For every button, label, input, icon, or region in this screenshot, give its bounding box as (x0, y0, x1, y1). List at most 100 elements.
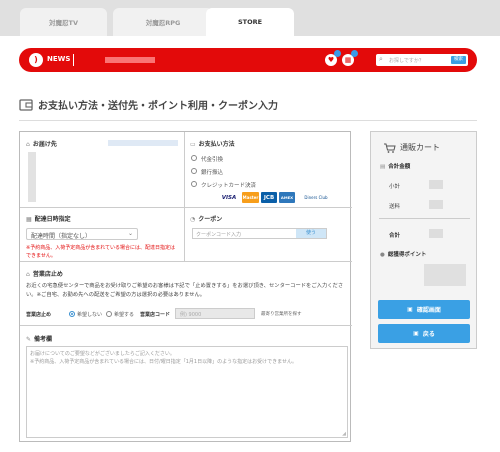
cart-icon: ▣ (413, 330, 419, 337)
remarks-section: ✎ 備考欄 お届けについてのご要望などがございましたらご記入ください。 ※予約商品… (20, 326, 352, 443)
receipt-icon: ▤ (380, 164, 386, 170)
total-label: 合計 (389, 233, 401, 239)
subtotal-value (429, 180, 443, 189)
payment-label: お支払い方法 (198, 141, 235, 148)
notification-badge (334, 50, 341, 57)
option-label: 営業店止め (26, 312, 52, 318)
delivery-section: ⌂ お届け先 (20, 132, 185, 208)
mastercard-logo: Master (242, 192, 259, 203)
delivery-address (108, 140, 178, 146)
chevron-down-icon: ⌄ (127, 230, 133, 237)
confirm-button[interactable]: ▣ 確認画面 (378, 300, 470, 319)
remarks-textarea[interactable]: お届けについてのご要望などがございましたらご記入ください。 ※予約商品、入荷予定… (26, 346, 348, 438)
coupon-label: クーポン (198, 216, 223, 223)
page-title: お支払い方法・送付先・ポイント利用・クーポン入力 (38, 101, 278, 112)
calendar-icon: ▦ (26, 216, 32, 223)
coupon-placeholder: クーポンコード入力 (196, 232, 242, 238)
radio-no-stop[interactable] (69, 311, 75, 317)
delivery-details (28, 152, 36, 202)
tab-label: 対魔忍TV (49, 19, 78, 27)
pin-icon: ⌂ (26, 141, 30, 148)
total-amount-label: 合計金額 (388, 164, 411, 170)
radio-stop[interactable] (106, 311, 112, 317)
store-code-placeholder: 例) 9000 (180, 312, 202, 318)
heart-icon: ♥ (327, 56, 335, 64)
option-credit: クレジットカード決済 (201, 183, 257, 189)
store-stop-section: ⌂ 営業店止め お近くの宅急便センターで商品をお受け取りご希望のお客様は下記で「止… (20, 262, 352, 326)
remarks-placeholder-1: お届けについてのご要望などがございましたらご記入ください。 (30, 351, 175, 357)
search-input[interactable]: お探しですか？ (389, 57, 424, 64)
coupon-section: ◔ クーポン クーポンコード入力 使う (185, 208, 352, 262)
divider (73, 54, 74, 66)
remarks-label: 備考欄 (34, 336, 53, 343)
tab-taimanin-tv[interactable]: 対魔忍TV (20, 8, 107, 36)
confirm-label: 確認画面 (416, 307, 441, 314)
visa-logo: VISA (221, 194, 237, 201)
cart-icon: ▣ (407, 306, 413, 313)
tab-taimanin-rpg[interactable]: 対魔忍RPG (113, 8, 213, 36)
back-button[interactable]: ▣ 戻る (378, 324, 470, 343)
search-icon: ⌕ (379, 55, 383, 63)
amex-logo: AMEX (279, 192, 295, 203)
delivery-time-select[interactable]: 配達時間（指定なし） ⌄ (26, 228, 138, 240)
cart-icon (384, 143, 396, 153)
delivery-label: お届け先 (32, 141, 57, 148)
resize-handle[interactable]: ◢ (342, 431, 346, 437)
store-icon: ⌂ (26, 271, 30, 278)
top-navigation: 対魔忍TV 対魔忍RPG STORE (0, 0, 500, 36)
store-stop-label: 営業店止め (32, 271, 63, 278)
news-ticker[interactable] (105, 57, 155, 63)
rss-icon: ) (29, 53, 43, 67)
cart-panel: 通販カート ▤ 合計金額 小計 送料 合計 ● 総獲得ポイント ▣ 確認画面 ▣ 戻る (370, 131, 477, 349)
star-icon: ● (380, 252, 385, 258)
schedule-note: ※予約商品、入荷予定商品が含まれている場合には、配達日指定はできません。 (26, 245, 176, 259)
news-label[interactable]: NEWS (47, 55, 70, 63)
select-value: 配達時間（指定なし） (31, 233, 92, 240)
tab-label: STORE (237, 18, 263, 26)
clock-icon: ◔ (190, 216, 196, 223)
coupon-apply-button[interactable]: 使う (296, 229, 326, 238)
news-bar: ) NEWS ♥ ▦ ⌕ お探しですか？ 検索 (19, 48, 477, 72)
option-yes: 希望する (114, 312, 135, 318)
total-value (429, 229, 443, 238)
shipping-value (429, 200, 443, 209)
divider (19, 120, 477, 121)
edit-icon: ✎ (26, 336, 32, 343)
page-title-row: お支払い方法・送付先・ポイント利用・クーポン入力 (19, 97, 278, 112)
tab-store[interactable]: STORE (206, 8, 294, 36)
cart-button[interactable]: ▦ (342, 50, 358, 66)
favorite-button[interactable]: ♥ (325, 50, 341, 66)
wallet-icon (19, 99, 33, 111)
store-code-input[interactable]: 例) 9000 (175, 308, 255, 319)
subtotal-label: 小計 (389, 184, 401, 190)
cart-title: 通販カート (400, 143, 440, 152)
schedule-section: ▦ 配達日時指定 配達時間（指定なし） ⌄ ※予約商品、入荷予定商品が含まれている… (20, 208, 185, 262)
points-value (424, 264, 466, 286)
radio-credit[interactable] (191, 181, 197, 187)
option-cod: 代金引換 (201, 157, 224, 163)
schedule-label: 配達日時指定 (34, 216, 71, 223)
back-label: 戻る (422, 331, 435, 338)
card-icon: ▭ (190, 141, 196, 148)
store-stop-description: お近くの宅急便センターで商品をお受け取りご希望のお客様は下記で「止め置きする」を… (26, 283, 344, 298)
divider (379, 218, 470, 219)
coupon-input[interactable]: クーポンコード入力 使う (192, 228, 327, 239)
remarks-placeholder-2: ※予約商品、入荷予定商品が含まれている場合には、日付/曜日指定「1月1日以降」の… (30, 359, 297, 365)
cart-header: 通販カート (384, 142, 440, 153)
search-box: ⌕ お探しですか？ 検索 (376, 54, 468, 66)
find-office-link[interactable]: 最寄り営業所を探す (261, 311, 302, 317)
notification-badge (351, 50, 358, 57)
store-code-label: 営業店コード (140, 312, 171, 318)
total-amount-heading: ▤ 合計金額 (380, 162, 410, 170)
shipping-label: 送料 (389, 204, 401, 210)
jcb-logo: JCB (261, 192, 277, 203)
search-button[interactable]: 検索 (451, 56, 466, 64)
payment-section: ▭ お支払い方法 代金引換 銀行振込 クレジットカード決済 VISA Master… (185, 132, 352, 208)
radio-bank[interactable] (191, 168, 197, 174)
option-bank: 銀行振込 (201, 170, 224, 176)
diners-logo: Diners Club (304, 195, 328, 200)
radio-cod[interactable] (191, 155, 197, 161)
option-no: 希望しない (77, 312, 103, 318)
points-label: 総獲得ポイント (387, 252, 427, 258)
order-form: ⌂ お届け先 ▭ お支払い方法 代金引換 銀行振込 クレジットカード決済 VISA … (19, 131, 352, 443)
